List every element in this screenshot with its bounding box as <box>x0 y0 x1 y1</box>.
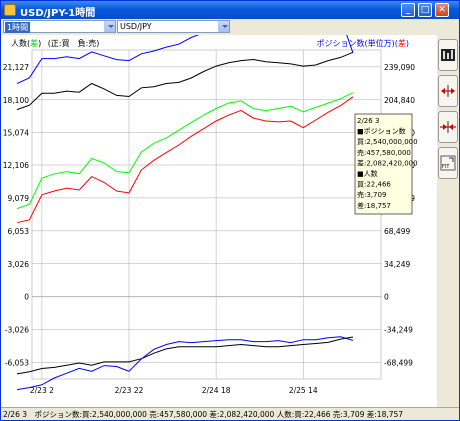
chart-area[interactable]: 21,127239,09018,100204,84015,074171,0901… <box>1 16 437 407</box>
tooltip-line: ■人数 <box>357 169 378 178</box>
right-tick-label: 204,840 <box>384 96 415 105</box>
horizontal-arrows-icon <box>441 85 455 97</box>
chevron-down-icon[interactable] <box>104 21 115 32</box>
series-line-people-diff <box>16 92 354 210</box>
left-tick-label: -6,053 <box>5 359 29 368</box>
tooltip-line: 売:3,709 <box>357 190 386 199</box>
close-button[interactable]: ✕ <box>435 3 449 17</box>
shrink-arrows-icon <box>440 121 456 133</box>
app-icon <box>4 4 16 16</box>
tooltip-line: 買:2,540,000,000 <box>357 138 418 146</box>
legend-right: ポジション数(単位万)(差) <box>317 38 410 48</box>
status-bar: 2/26 3 ポジション数:買:2,540,000,000 売:457,580,… <box>1 407 459 420</box>
left-tick-label: -3,026 <box>5 326 29 335</box>
x-tick-label: 2/23 2 <box>30 386 54 395</box>
app-window: USD/JPY-1時間 _ □ ✕ 1時間 USD/JPY 21,127 239,… <box>0 0 460 421</box>
left-tick-label: 15,074 <box>3 129 29 138</box>
tooltip-line: ■ポジション数 <box>357 127 406 136</box>
right-tick-label: 239,090 <box>384 63 415 72</box>
pair-select-value: USD/JPY <box>120 22 152 31</box>
tool-panel: FIT <box>437 35 459 407</box>
window-title: USD/JPY-1時間 <box>20 8 96 19</box>
left-tick-label: 12,106 <box>3 161 29 170</box>
data-tooltip: 2/26 3 ■ポジション数買:2,540,000,000 売:457,580,00… <box>354 113 418 215</box>
tooltip-line: 買:22,466 <box>357 181 391 189</box>
zoom-horizontal-button[interactable] <box>438 75 458 107</box>
legend-left: 人数(差) (正:買 負:売) <box>11 38 99 48</box>
toolbar: 1時間 USD/JPY <box>1 19 459 35</box>
period-select[interactable]: 1時間 <box>3 20 116 33</box>
chart-view-icon <box>441 49 455 61</box>
left-tick-label: 9,079 <box>8 194 30 203</box>
left-tick-label: 18,100 <box>3 96 29 105</box>
legend-left-close: ) <box>38 39 41 48</box>
chevron-down-icon[interactable] <box>218 21 229 32</box>
pair-select[interactable]: USD/JPY <box>117 20 230 33</box>
legend-right-close: ) <box>406 39 409 48</box>
tooltip-line: 差:2,082,420,000 <box>357 158 418 167</box>
legend-sign: (正:買 負:売) <box>48 38 100 48</box>
svg-text:FIT: FIT <box>442 164 450 170</box>
title-bar[interactable]: USD/JPY-1時間 _ □ ✕ <box>1 1 459 19</box>
left-tick-label: 0 <box>24 293 29 302</box>
fit-icon: FIT <box>440 155 456 171</box>
legend-right-label: ポジション数(単位万)( <box>317 38 398 48</box>
right-tick-label: 68,499 <box>384 227 410 236</box>
position-chart[interactable]: 21,127239,09018,100204,84015,074171,0901… <box>1 16 437 407</box>
x-tick-label: 2/24 18 <box>202 386 231 395</box>
legend-left-green: 差 <box>30 38 38 48</box>
right-tick-label: -68,499 <box>384 359 413 368</box>
x-tick-label: 2/25 14 <box>289 386 318 395</box>
legend-right-red: 差 <box>398 38 406 48</box>
status-text: 2/26 3 ポジション数:買:2,540,000,000 売:457,580,… <box>3 410 404 419</box>
series-line-people-buy <box>16 51 354 111</box>
right-tick-label: 34,249 <box>384 260 410 269</box>
chart-tool-button[interactable] <box>438 39 458 71</box>
right-tick-label: -34,249 <box>384 326 413 335</box>
legend-left-label: 人数( <box>11 38 30 48</box>
period-select-value: 1時間 <box>5 22 31 33</box>
fit-button[interactable]: FIT <box>438 147 458 179</box>
minimize-button[interactable]: _ <box>401 3 415 17</box>
tooltip-line: 差:18,757 <box>357 201 391 210</box>
tooltip-line: 売:457,580,000 <box>357 148 411 157</box>
series-line-position-diff <box>16 96 354 224</box>
shrink-horizontal-button[interactable] <box>438 111 458 143</box>
left-tick-label: 21,127 <box>3 63 29 72</box>
x-tick-label: 2/23 22 <box>115 386 144 395</box>
left-tick-label: 6,053 <box>8 227 30 236</box>
maximize-button[interactable]: □ <box>418 3 432 17</box>
tooltip-line: 2/26 3 <box>357 117 379 125</box>
right-tick-label: 0 <box>384 293 389 302</box>
left-tick-label: 3,026 <box>8 260 30 269</box>
